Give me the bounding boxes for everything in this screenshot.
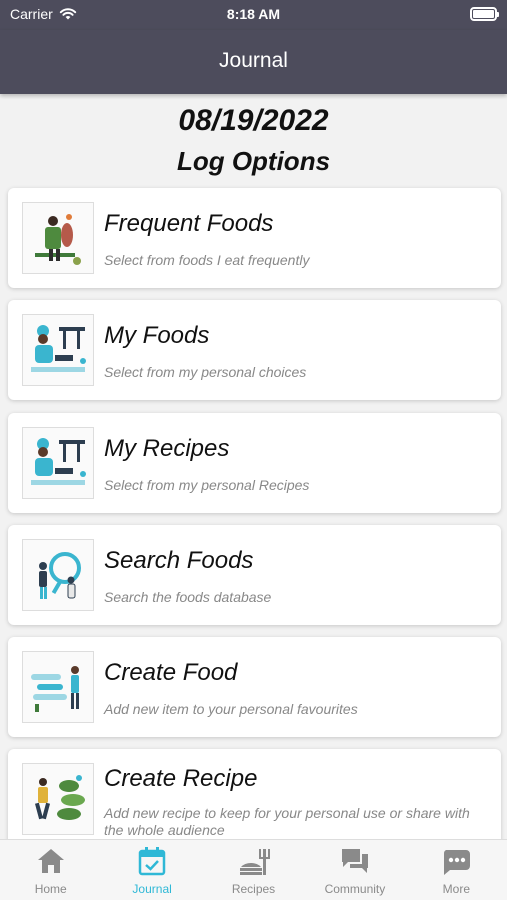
nav-bar: Journal: [0, 30, 507, 94]
option-description: Add new item to your personal favourites: [104, 701, 358, 717]
calendar-icon: [138, 847, 166, 876]
tab-community[interactable]: Community: [304, 840, 405, 900]
option-create-food[interactable]: Create Food Add new item to your persona…: [8, 637, 501, 737]
option-my-recipes[interactable]: My Recipes Select from my personal Recip…: [8, 413, 501, 513]
option-description: Select from my personal choices: [104, 364, 307, 380]
option-title: Create Recipe: [104, 765, 258, 792]
battery-icon: [470, 7, 499, 21]
option-my-foods[interactable]: My Foods Select from my personal choices: [8, 300, 501, 400]
chef-cooking-illustration: [22, 427, 94, 499]
more-icon: [444, 850, 471, 875]
tab-label: More: [442, 882, 470, 896]
recipes-icon: [239, 849, 270, 875]
option-title: Frequent Foods: [104, 210, 274, 237]
tab-label: Recipes: [231, 882, 276, 896]
tab-home[interactable]: Home: [0, 840, 101, 900]
status-bar: Carrier 8:18 AM: [0, 0, 507, 30]
clock: 8:18 AM: [226, 6, 281, 22]
option-title: My Recipes: [104, 435, 230, 462]
option-create-recipe[interactable]: Create Recipe Add new recipe to keep for…: [8, 749, 501, 849]
tab-journal[interactable]: Journal: [101, 840, 202, 900]
option-description: Search the foods database: [104, 589, 272, 605]
option-frequent-foods[interactable]: Frequent Foods Select from foods I eat f…: [8, 188, 501, 288]
option-description: Select from my personal Recipes: [104, 477, 310, 493]
journal-date: 08/19/2022: [178, 104, 329, 137]
frequent-foods-illustration: [22, 202, 94, 274]
chef-cooking-illustration: [22, 314, 94, 386]
option-title: Create Food: [104, 659, 238, 686]
home-icon: [37, 849, 64, 873]
option-description: Add new recipe to keep for your personal…: [104, 805, 470, 838]
tab-more[interactable]: More: [406, 840, 507, 900]
option-title: My Foods: [104, 322, 210, 349]
tab-label: Community: [324, 882, 386, 896]
chat-icon: [341, 849, 368, 873]
tab-label: Journal: [132, 882, 172, 896]
option-title: Search Foods: [104, 547, 254, 574]
tab-bar: Home Journal Recipes Community More: [0, 839, 507, 900]
nav-title: Journal: [219, 49, 288, 72]
tab-recipes[interactable]: Recipes: [203, 840, 304, 900]
option-description: Select from foods I eat frequently: [104, 252, 310, 268]
magnifier-people-illustration: [22, 539, 94, 611]
create-recipe-illustration: [22, 763, 94, 835]
tab-label: Home: [34, 882, 67, 896]
option-search-foods[interactable]: Search Foods Search the foods database: [8, 525, 501, 625]
create-food-illustration: [22, 651, 94, 723]
page-subtitle: Log Options: [176, 146, 331, 176]
